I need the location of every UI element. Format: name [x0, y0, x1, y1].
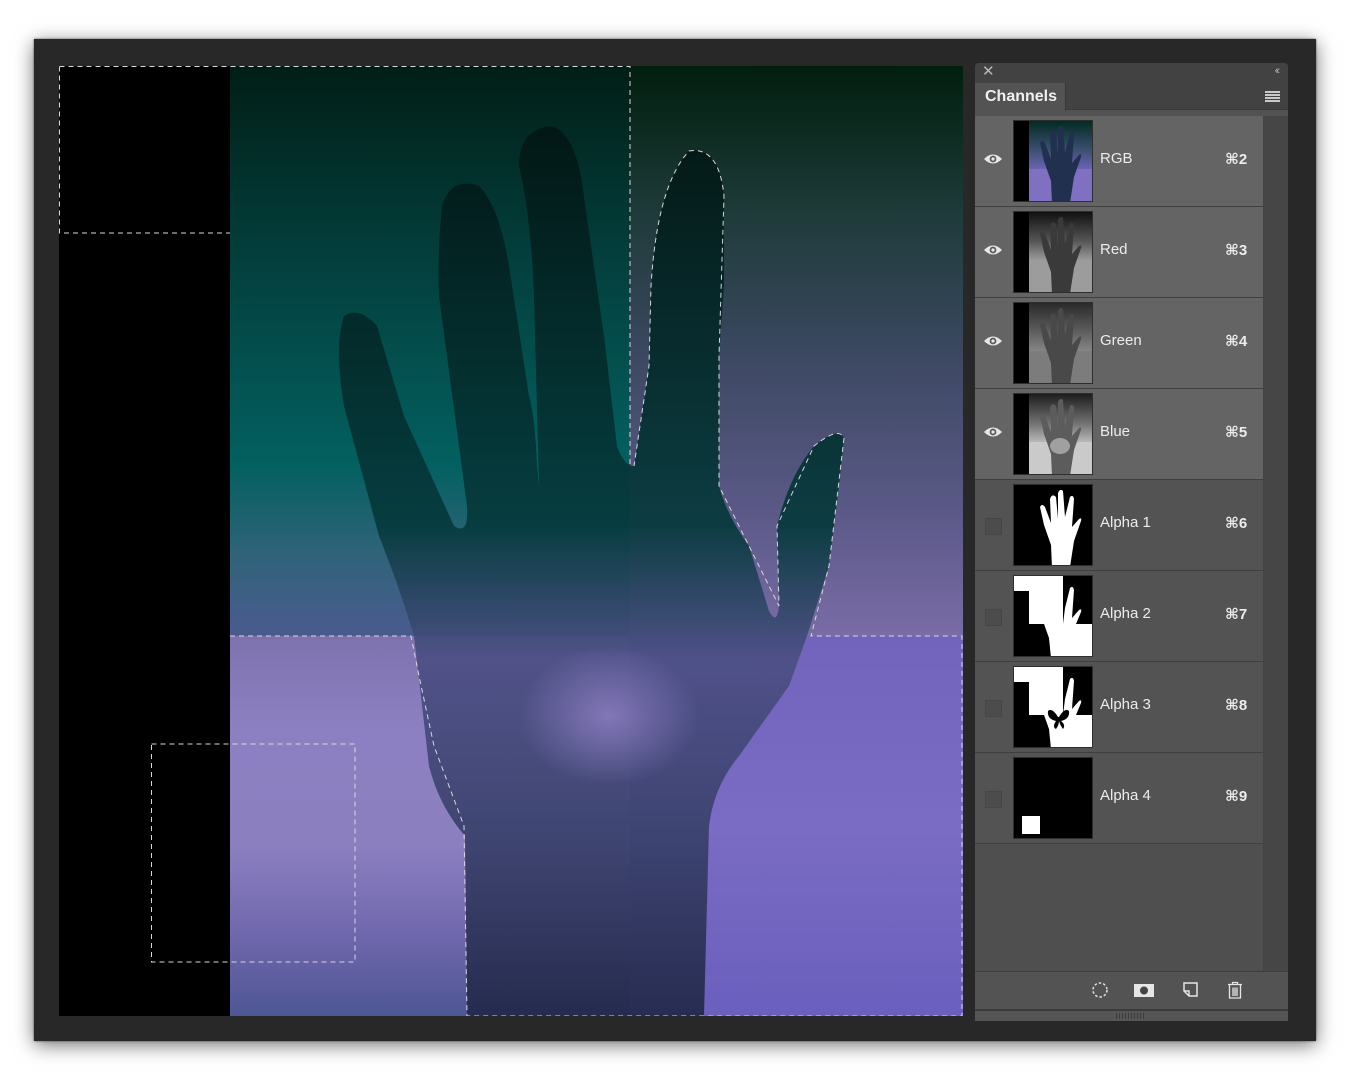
- channel-thumbnail-rgb: [1013, 120, 1093, 202]
- panel-footer: [975, 971, 1288, 1007]
- visibility-toggle[interactable]: [985, 609, 1002, 626]
- channel-name: RGB: [1100, 150, 1133, 167]
- channel-thumbnail-alpha-1: [1013, 484, 1093, 566]
- canvas-image: [59, 66, 963, 1016]
- document-canvas[interactable]: [59, 66, 963, 1016]
- channel-shortcut: ⌘8: [1225, 697, 1248, 714]
- close-icon[interactable]: ✕: [982, 64, 996, 79]
- panel-tabbar: Channels: [975, 83, 1288, 111]
- channel-row-blue[interactable]: Blue ⌘5: [975, 389, 1263, 480]
- channel-name: Blue: [1100, 423, 1131, 440]
- dotted-selection-icon[interactable]: [1091, 981, 1109, 999]
- channel-row-alpha-1[interactable]: Alpha 1 ⌘6: [975, 480, 1263, 571]
- channel-shortcut: ⌘9: [1225, 788, 1248, 805]
- channel-shortcut: ⌘7: [1225, 606, 1248, 623]
- channel-thumbnail-green: [1013, 302, 1093, 384]
- eye-icon[interactable]: [983, 334, 1003, 348]
- channel-thumbnail-blue: [1013, 393, 1093, 475]
- channels-panel: ✕ ‹‹ Channels RGB ⌘2 Red ⌘3 Green ⌘4 Blu…: [975, 63, 1288, 1021]
- channel-shortcut: ⌘5: [1225, 424, 1248, 441]
- panel-menu-icon[interactable]: [1265, 91, 1280, 102]
- channel-thumbnail-alpha-4: [1013, 757, 1093, 839]
- channel-row-alpha-3[interactable]: Alpha 3 ⌘8: [975, 662, 1263, 753]
- eye-icon[interactable]: [983, 152, 1003, 166]
- channel-row-red[interactable]: Red ⌘3: [975, 207, 1263, 298]
- double-chevron-left-icon[interactable]: ‹‹: [1275, 65, 1281, 77]
- channel-row-rgb[interactable]: RGB ⌘2: [975, 116, 1263, 207]
- visibility-toggle[interactable]: [985, 700, 1002, 717]
- channel-name: Alpha 1: [1100, 514, 1151, 531]
- channel-shortcut: ⌘2: [1225, 151, 1248, 168]
- visibility-toggle[interactable]: [985, 791, 1002, 808]
- channel-shortcut: ⌘4: [1225, 333, 1248, 350]
- palm-highlight: [519, 646, 699, 786]
- channel-name: Red: [1100, 241, 1128, 258]
- channel-row-alpha-2[interactable]: Alpha 2 ⌘7: [975, 571, 1263, 662]
- eye-icon[interactable]: [983, 243, 1003, 257]
- channel-row-green[interactable]: Green ⌘4: [975, 298, 1263, 389]
- panel-resize-grip[interactable]: [975, 1009, 1288, 1021]
- new-page-icon[interactable]: [1182, 981, 1200, 999]
- channel-name: Green: [1100, 332, 1142, 349]
- scrollbar[interactable]: [1263, 116, 1288, 971]
- channel-shortcut: ⌘6: [1225, 515, 1248, 532]
- channel-name: Alpha 2: [1100, 605, 1151, 622]
- channel-name: Alpha 4: [1100, 787, 1151, 804]
- channel-name: Alpha 3: [1100, 696, 1151, 713]
- channel-thumbnail-alpha-3: [1013, 666, 1093, 748]
- channel-thumbnail-red: [1013, 211, 1093, 293]
- mask-icon[interactable]: [1134, 981, 1154, 999]
- eye-icon[interactable]: [983, 425, 1003, 439]
- visibility-toggle[interactable]: [985, 518, 1002, 535]
- app-window: ✕ ‹‹ Channels RGB ⌘2 Red ⌘3 Green ⌘4 Blu…: [34, 39, 1316, 1041]
- channel-thumbnail-alpha-2: [1013, 575, 1093, 657]
- tab-channels[interactable]: Channels: [975, 83, 1066, 111]
- panel-header-bar: ✕ ‹‹: [975, 63, 1288, 83]
- channel-row-alpha-4[interactable]: Alpha 4 ⌘9: [975, 753, 1263, 844]
- channel-shortcut: ⌘3: [1225, 242, 1248, 259]
- black-column: [59, 66, 230, 1016]
- trash-icon[interactable]: [1226, 981, 1244, 999]
- channel-list: RGB ⌘2 Red ⌘3 Green ⌘4 Blue ⌘5 Alpha 1 ⌘…: [975, 116, 1263, 971]
